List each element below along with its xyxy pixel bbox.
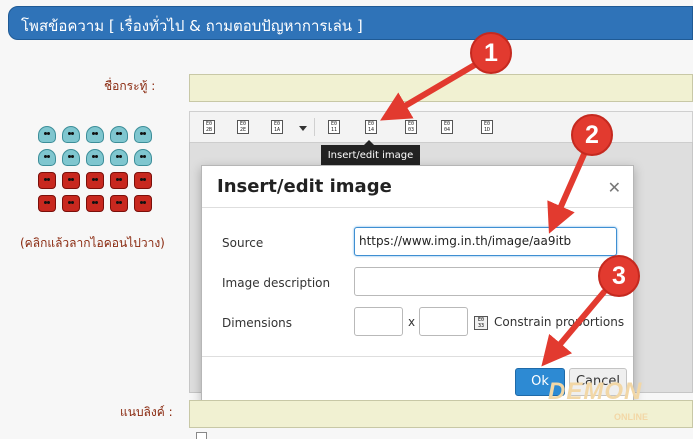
step-1-arrow <box>380 60 481 121</box>
step-3-badge: 3 <box>598 255 640 297</box>
step-2-arrow <box>547 149 588 234</box>
step-2-badge: 2 <box>571 114 613 156</box>
watermark-sub: ONLINE <box>614 412 649 422</box>
step-1-badge: 1 <box>470 32 512 74</box>
watermark-logo: DEMON <box>548 378 643 405</box>
annotation-arrows <box>380 60 607 367</box>
page: โพสข้อความ [ เรื่องทั่วไป & ถามตอบปัญหาก… <box>0 0 693 439</box>
step-3-arrow <box>541 289 607 367</box>
